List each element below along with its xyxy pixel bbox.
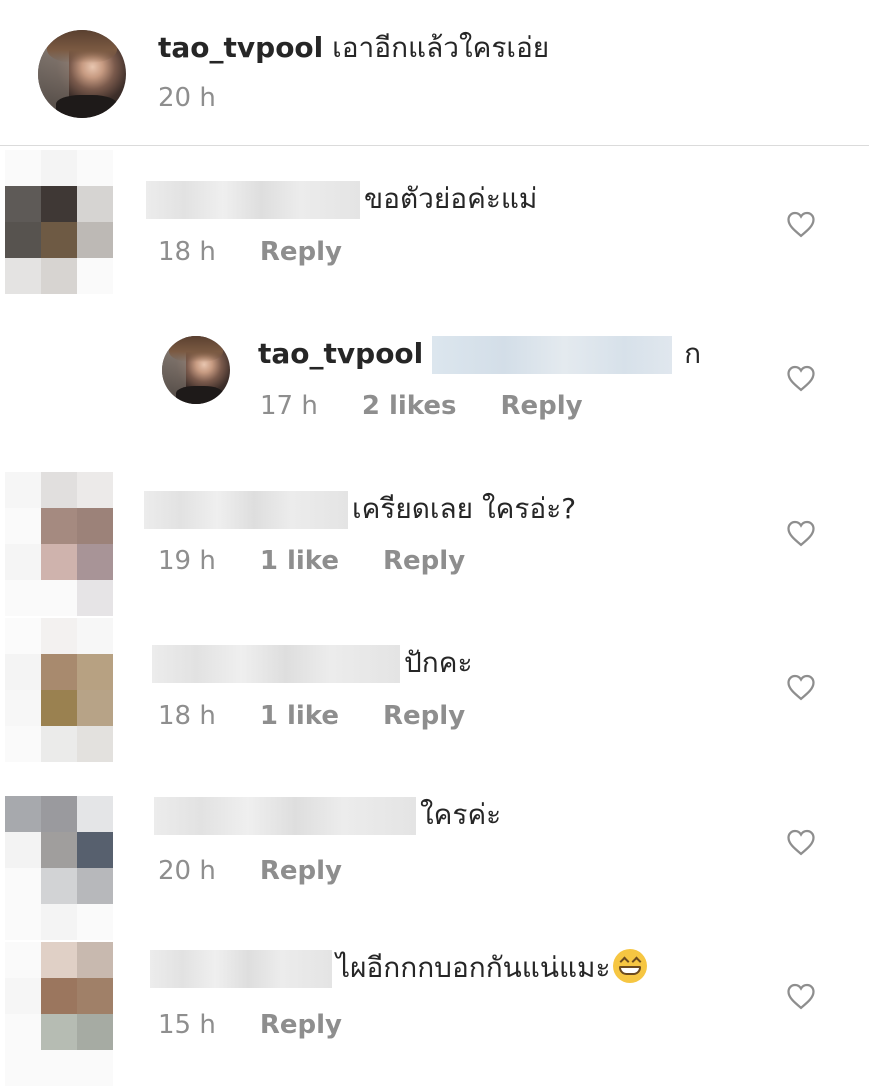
comment-meta: 17 h 2 likes Reply [260, 390, 627, 422]
comment-text: ก [684, 337, 702, 370]
commenter-username-blurred[interactable] [152, 645, 400, 683]
mention-blurred[interactable] [432, 336, 673, 374]
post-caption: tao_tvpool เอาอีกแล้วใครเอ่ย 20 h [0, 0, 869, 146]
comment-meta: 20 h Reply [158, 855, 386, 887]
comment-meta: 18 h 1 like Reply [158, 700, 509, 732]
reply-button[interactable]: Reply [501, 390, 583, 422]
comment-line: tao_tvpool ก [258, 336, 701, 374]
caption-divider [0, 145, 869, 146]
comment-text: ไผอีกกกบอกกันแน่แมะ [336, 951, 611, 984]
comment-timestamp: 15 h [158, 1010, 216, 1040]
comment-meta: 15 h Reply [158, 1009, 386, 1041]
comment-timestamp: 20 h [158, 856, 216, 886]
heart-outline-icon[interactable] [786, 982, 816, 1010]
commenter-username-blurred[interactable] [154, 797, 416, 835]
caption-author-avatar[interactable] [38, 30, 126, 118]
reply-button[interactable]: Reply [383, 700, 465, 732]
heart-outline-icon[interactable] [786, 519, 816, 547]
heart-outline-icon[interactable] [786, 673, 816, 701]
commenter-avatar-blurred[interactable] [5, 150, 113, 294]
reply-button[interactable]: Reply [260, 236, 342, 268]
reply-button[interactable]: Reply [260, 1009, 342, 1041]
heart-outline-icon[interactable] [786, 210, 816, 238]
reply-author-avatar[interactable] [162, 336, 230, 404]
caption-username[interactable]: tao_tvpool [158, 31, 323, 64]
commenter-avatar-blurred[interactable] [5, 472, 113, 616]
comment-timestamp: 18 h [158, 237, 216, 267]
commenter-username-blurred[interactable] [144, 491, 348, 529]
commenter-username-blurred[interactable] [146, 181, 360, 219]
likes-count[interactable]: 1 like [260, 545, 339, 577]
comment-timestamp: 18 h [158, 701, 216, 731]
commenter-username-blurred[interactable] [150, 950, 332, 988]
reply-username[interactable]: tao_tvpool [258, 337, 423, 370]
grinning-face-emoji-icon [612, 949, 647, 983]
comment-timestamp: 19 h [158, 546, 216, 576]
comment-text: ใครค่ะ [420, 798, 502, 831]
commenter-avatar-blurred[interactable] [5, 618, 113, 762]
reply-button[interactable]: Reply [383, 545, 465, 577]
caption-meta: 20 h [158, 82, 260, 114]
likes-count[interactable]: 2 likes [362, 390, 457, 422]
comment-text: ขอตัวย่อค่ะแม่ [364, 182, 538, 215]
heart-outline-icon[interactable] [786, 364, 816, 392]
comment-meta: 18 h Reply [158, 236, 386, 268]
caption-text: เอาอีกแล้วใครเอ่ย [332, 31, 550, 64]
caption-line: tao_tvpool เอาอีกแล้วใครเอ่ย [158, 30, 549, 66]
heart-outline-icon[interactable] [786, 828, 816, 856]
comment-line: เครียดเลย ใครอ่ะ? [144, 491, 576, 529]
likes-count[interactable]: 1 like [260, 700, 339, 732]
commenter-avatar-blurred[interactable] [5, 942, 113, 1086]
commenter-avatar-blurred[interactable] [5, 796, 113, 940]
reply-button[interactable]: Reply [260, 855, 342, 887]
caption-timestamp: 20 h [158, 83, 216, 113]
comment-meta: 19 h 1 like Reply [158, 545, 509, 577]
comment-text: เครียดเลย ใครอ่ะ? [352, 492, 577, 525]
comment-line: ขอตัวย่อค่ะแม่ [146, 181, 537, 219]
comment-line: ไผอีกกกบอกกันแน่แมะ [150, 949, 647, 988]
comment-text: ปักคะ [404, 646, 473, 679]
comment-line: ปักคะ [152, 645, 473, 683]
comment-line: ใครค่ะ [154, 797, 501, 835]
comment-timestamp: 17 h [260, 391, 318, 421]
